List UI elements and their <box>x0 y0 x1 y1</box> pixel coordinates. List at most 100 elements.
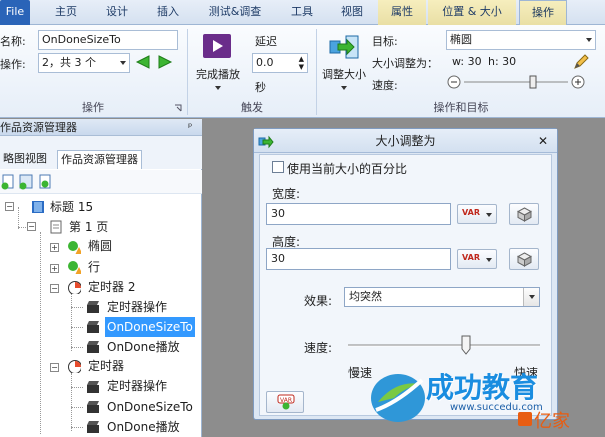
tab-tools[interactable]: 工具 <box>280 0 324 25</box>
ribbon-tab-bar: File 主页 设计 插入 测试&调查 工具 视图 属性 位置 & 大小 操作 <box>0 0 605 26</box>
chevron-down-icon <box>586 38 592 42</box>
panel-title-bar: 作品资源管理器 ᵖ <box>0 119 202 136</box>
action-value: 2，共 3 个 <box>42 56 96 69</box>
panel-tabs: 略图视图 作品资源管理器 <box>0 136 202 169</box>
collapse-toggle[interactable]: − <box>27 222 36 231</box>
add-page-icon[interactable] <box>1 174 15 190</box>
dropdown-button[interactable] <box>523 288 539 306</box>
delay-spinner[interactable]: 0.0 ▲ ▼ <box>252 53 308 73</box>
collapse-toggle[interactable]: − <box>5 202 14 211</box>
watermark-logo <box>371 374 425 422</box>
group-label-action-target: 操作和目标 <box>433 101 489 114</box>
resize-label: 调整大小 <box>322 68 366 81</box>
spin-arrows-icon[interactable]: ▲ ▼ <box>299 55 304 71</box>
tab-home[interactable]: 主页 <box>44 0 88 25</box>
tree-item-timer-action[interactable]: 定时器操作 <box>107 297 167 317</box>
tab-action[interactable]: 操作 <box>519 0 567 26</box>
tree-item-title[interactable]: 标题 15 <box>50 197 93 217</box>
prev-action-arrow-icon[interactable] <box>135 54 151 70</box>
add-chapter-icon[interactable] <box>19 174 33 190</box>
height-var-button[interactable]: VAR <box>457 249 497 269</box>
tree-item-page[interactable]: 第 1 页 <box>69 217 108 237</box>
action-label: 操作: <box>0 58 26 71</box>
target-value: 椭圆 <box>450 33 472 46</box>
watermark-brand: 成功教育 <box>426 371 539 404</box>
delay-label: 延迟 <box>255 35 277 48</box>
width-input[interactable]: 30 <box>266 203 451 225</box>
effect-value: 均突然 <box>349 290 382 303</box>
tab-insert[interactable]: 插入 <box>146 0 190 25</box>
tab-view[interactable]: 视图 <box>330 0 374 25</box>
tree-item-ellipse[interactable]: 椭圆 <box>88 236 112 256</box>
name-label: 名称: <box>0 35 26 48</box>
speed-slider[interactable] <box>344 333 544 357</box>
tab-test-survey[interactable]: 测试&调查 <box>200 0 270 25</box>
tree-item-line[interactable]: 行 <box>88 257 100 277</box>
tab-file[interactable]: File <box>0 0 30 25</box>
effect-label: 效果: <box>304 294 333 308</box>
collapse-toggle[interactable]: − <box>50 284 59 293</box>
tree-item-ondone-play[interactable]: OnDone播放 <box>107 417 180 437</box>
tree-item-ondone-play[interactable]: OnDone播放 <box>107 337 180 357</box>
expand-toggle[interactable]: + <box>50 243 59 252</box>
tree-line <box>71 347 83 348</box>
resize-arrow-icon <box>258 135 274 149</box>
action-select[interactable]: 2，共 3 个 <box>38 53 130 73</box>
width-label: 宽度: <box>272 187 301 201</box>
line-shape-icon <box>68 261 81 274</box>
tab-outline-view[interactable]: 略图视图 <box>0 150 50 169</box>
next-action-arrow-icon[interactable] <box>157 54 173 70</box>
target-select[interactable]: 椭圆 <box>446 30 596 50</box>
delay-value: 0.0 <box>256 56 274 69</box>
pin-icon[interactable]: ᵖ <box>188 119 192 136</box>
speed-slider[interactable] <box>446 73 586 91</box>
dialog-launcher-icon[interactable] <box>174 104 182 112</box>
tree-line <box>18 207 19 229</box>
name-field[interactable]: OnDoneSizeTo <box>38 30 178 50</box>
width-var-button[interactable]: VAR <box>457 204 497 224</box>
tab-properties[interactable]: 属性 <box>378 0 426 25</box>
timer-icon <box>68 281 81 294</box>
tree-line <box>71 387 83 388</box>
chevron-down-icon <box>486 213 492 217</box>
clapperboard-icon <box>87 341 99 353</box>
chevron-down-icon <box>215 86 221 90</box>
tree-item-ondonesizeto-selected[interactable]: OnDoneSizeTo <box>105 317 195 337</box>
height-input[interactable]: 30 <box>266 248 451 270</box>
tree-line <box>40 232 41 434</box>
clapperboard-icon <box>87 421 99 433</box>
done-play-button[interactable]: 完成播放 <box>193 29 243 95</box>
add-variable-button[interactable]: VAR <box>266 391 304 413</box>
width-pick-button[interactable] <box>509 203 539 225</box>
percent-checkbox[interactable] <box>272 161 284 173</box>
dialog-title-bar: 大小调整为 ✕ <box>254 129 557 153</box>
done-play-label: 完成播放 <box>196 68 240 81</box>
page-icon <box>50 220 62 234</box>
collapse-toggle[interactable]: − <box>50 363 59 372</box>
expand-toggle[interactable]: + <box>50 264 59 273</box>
effect-select[interactable]: 均突然 <box>344 287 540 307</box>
tree-item-ondonesizeto[interactable]: OnDoneSizeTo <box>107 397 193 417</box>
timer-icon <box>68 360 81 373</box>
tree-item-timer-2[interactable]: 定时器 2 <box>88 277 135 297</box>
add-item-icon[interactable] <box>38 174 52 190</box>
chevron-down-icon <box>529 295 535 299</box>
tree-line <box>71 373 72 431</box>
tree-item-timer[interactable]: 定时器 <box>88 356 124 376</box>
tab-position-size[interactable]: 位置 & 大小 <box>428 0 516 25</box>
close-icon[interactable]: ✕ <box>538 129 548 153</box>
chevron-down-icon <box>120 61 126 65</box>
speed-label: 速度: <box>304 341 333 355</box>
watermark-corner-icon <box>518 412 532 426</box>
tree-line <box>71 293 72 351</box>
height-pick-button[interactable] <box>509 248 539 270</box>
tree-item-timer-action[interactable]: 定时器操作 <box>107 376 167 396</box>
percent-checkbox-label: 使用当前大小的百分比 <box>287 162 408 176</box>
pencil-icon[interactable] <box>572 53 590 71</box>
resize-button[interactable]: 调整大小 <box>319 29 369 95</box>
tab-design[interactable]: 设计 <box>95 0 139 25</box>
var-icon: VAR <box>462 208 480 217</box>
tab-explorer[interactable]: 作品资源管理器 <box>57 150 142 169</box>
chevron-down-icon <box>486 258 492 262</box>
resize-arrow-icon <box>329 35 359 59</box>
